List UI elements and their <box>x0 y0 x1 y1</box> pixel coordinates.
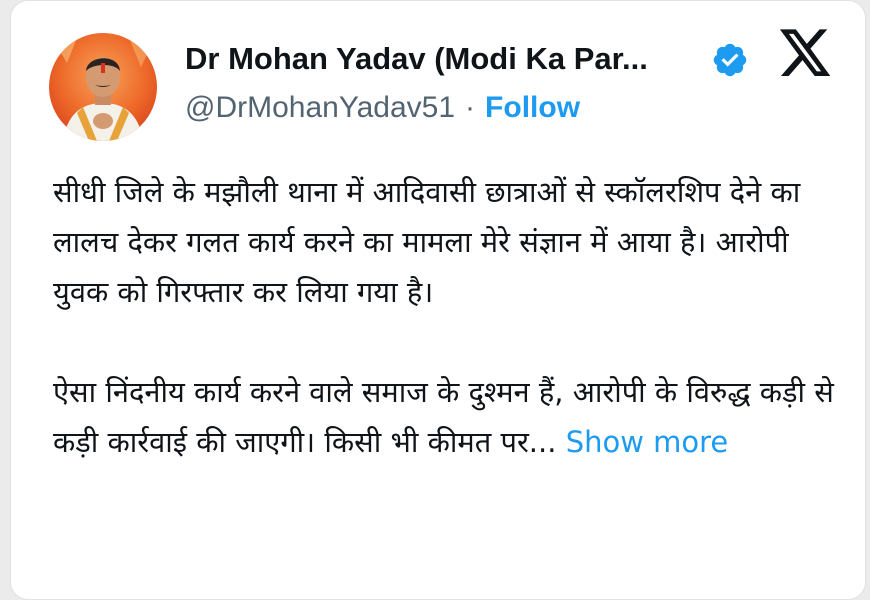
verified-badge-icon <box>713 43 747 77</box>
tweet-paragraph-2: ऐसा निंदनीय कार्य करने वाले समाज के दुश्… <box>53 367 843 467</box>
user-handle[interactable]: @DrMohanYadav51 <box>185 91 455 124</box>
tweet-body: सीधी जिले के मझौली थाना में आदिवासी छात्… <box>53 167 843 467</box>
tweet-paragraph-1: सीधी जिले के मझौली थाना में आदिवासी छात्… <box>53 175 801 309</box>
display-name[interactable]: Dr Mohan Yadav (Modi Ka Par... <box>185 41 648 77</box>
avatar[interactable] <box>49 33 157 141</box>
follow-button[interactable]: Follow <box>485 91 580 124</box>
x-logo-icon[interactable] <box>777 29 833 81</box>
tweet-card: Dr Mohan Yadav (Modi Ka Par... @DrMohanY… <box>10 0 866 600</box>
separator-dot: · <box>465 91 476 124</box>
handle-row: @DrMohanYadav51 · Follow <box>185 91 580 125</box>
avatar-image <box>49 33 157 141</box>
show-more-link[interactable]: Show more <box>566 425 729 459</box>
